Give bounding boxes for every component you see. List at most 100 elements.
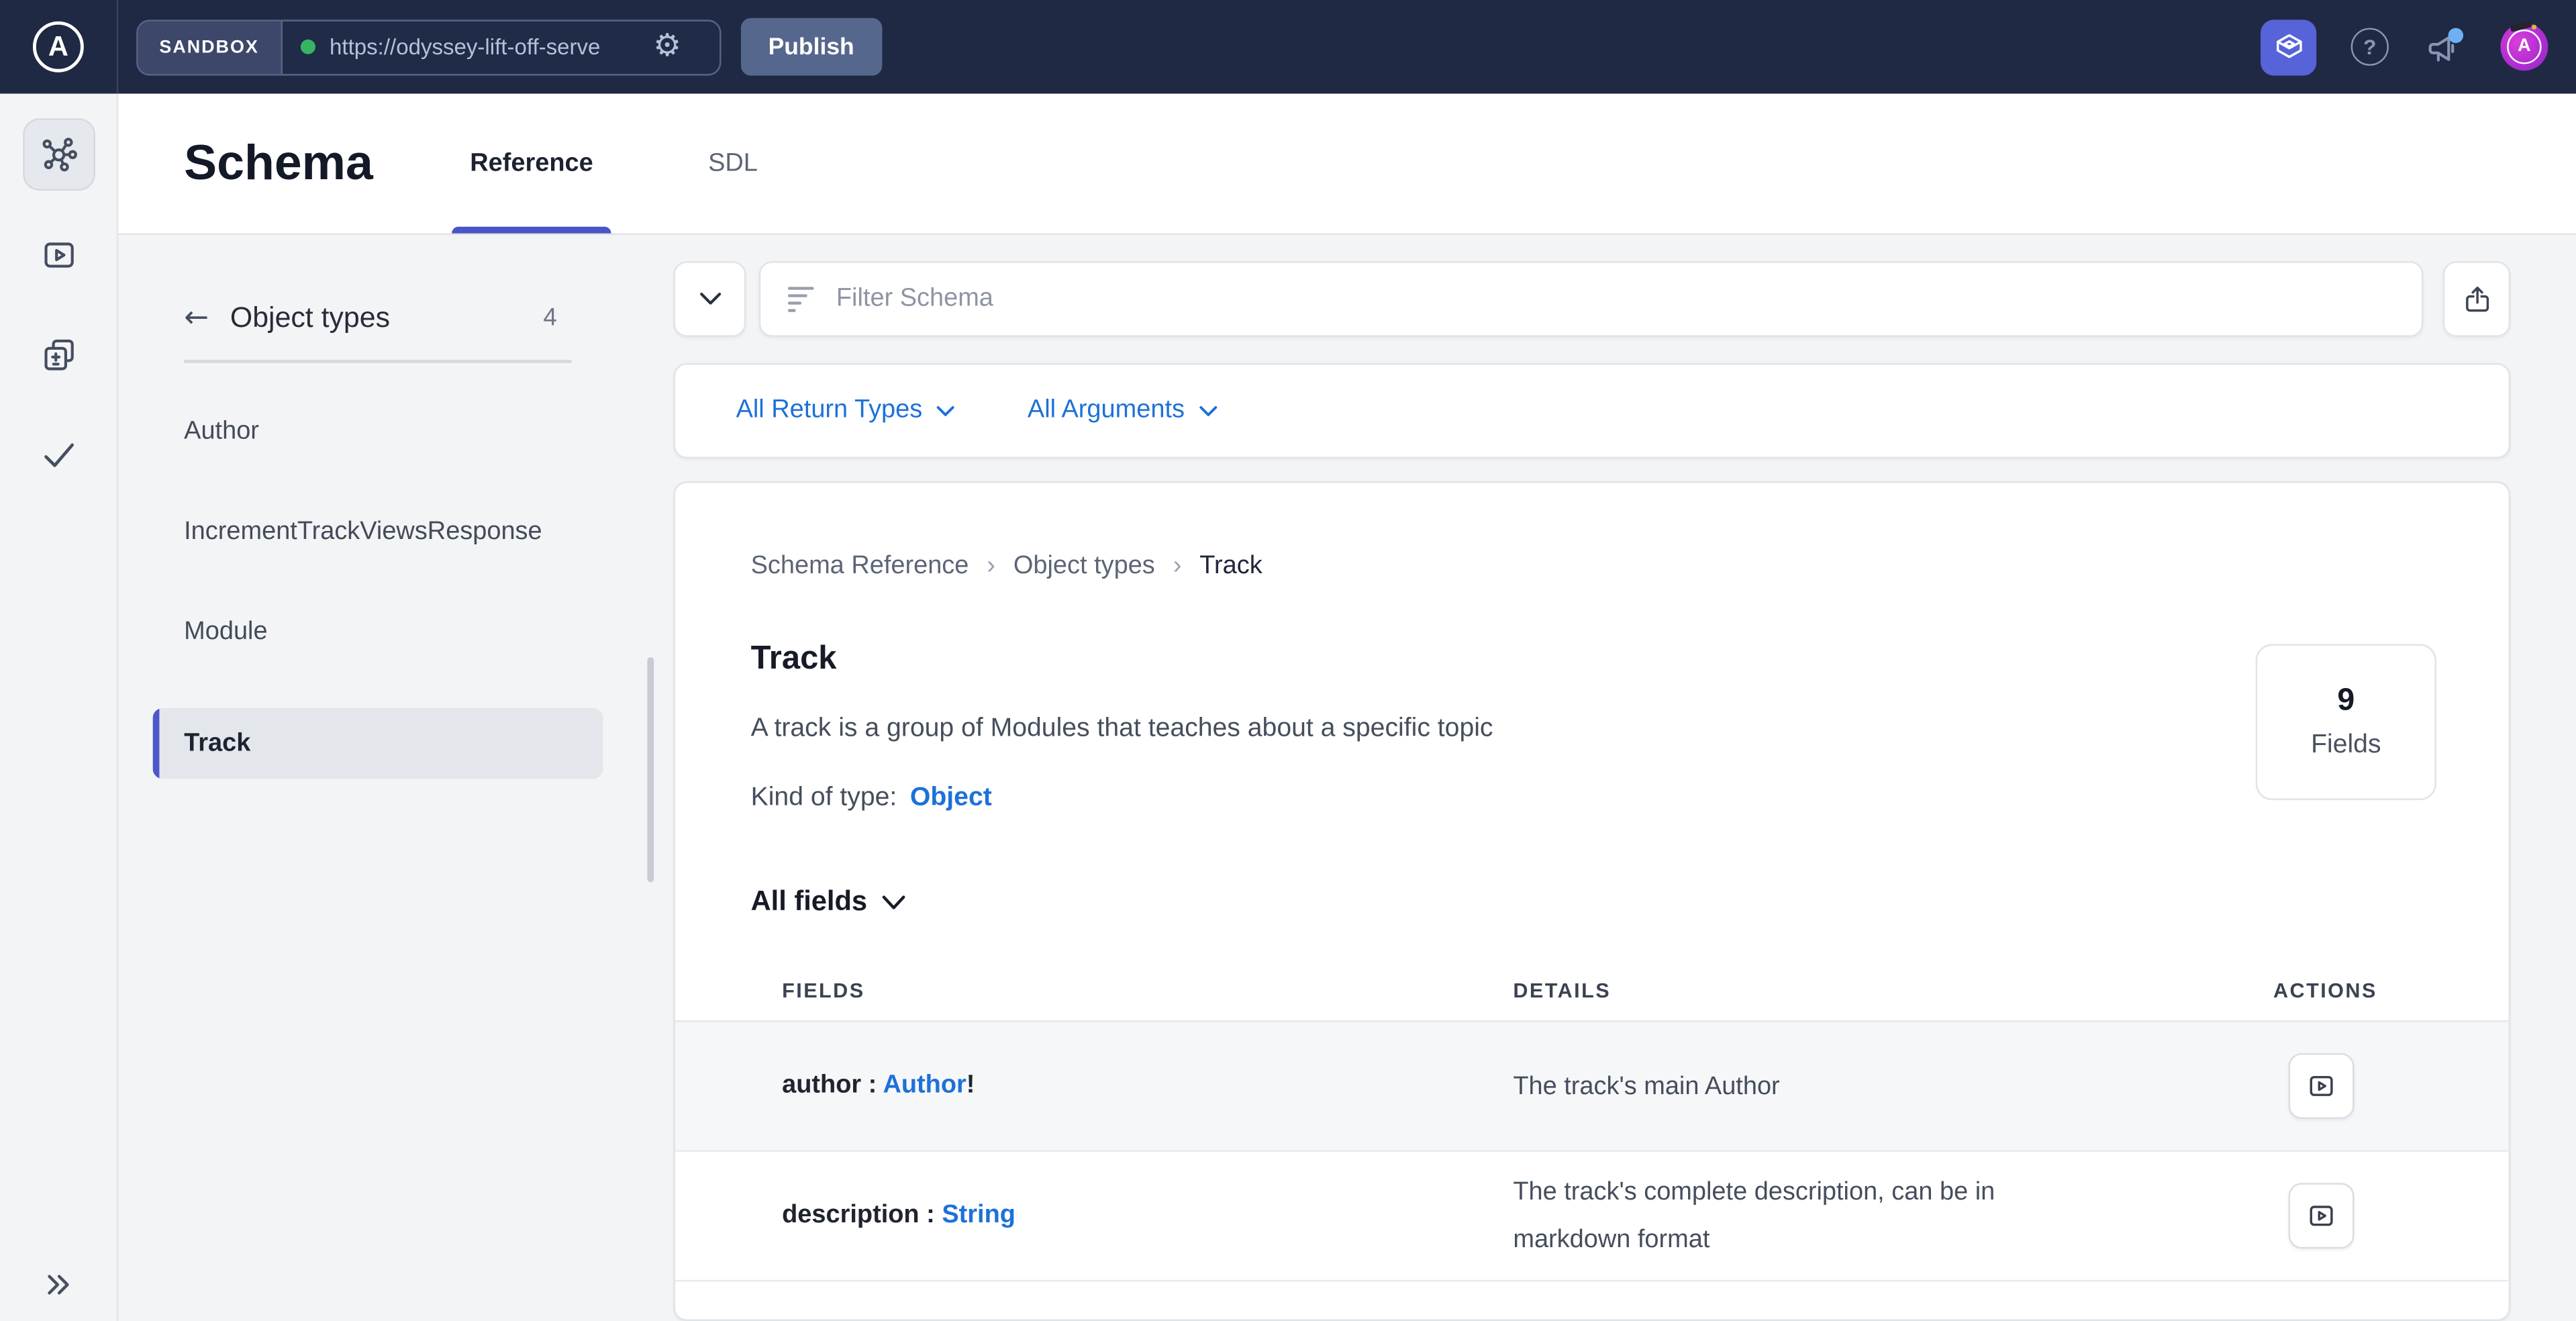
endpoint-url-group: https://odyssey-lift-off-serve ⚙ bbox=[282, 21, 719, 73]
object-types-panel: ← Object types 4 Author IncrementTrackVi… bbox=[184, 301, 572, 778]
field-details-cell: The track's complete description, can be… bbox=[1513, 1168, 2088, 1263]
share-icon bbox=[2460, 282, 2493, 316]
field-type-link[interactable]: Author bbox=[883, 1071, 966, 1099]
changelog-diff-icon bbox=[39, 335, 79, 375]
share-schema-button[interactable] bbox=[2443, 261, 2510, 337]
nav-changelog-button[interactable] bbox=[22, 319, 95, 391]
type-filters-card: All Return Types All Arguments bbox=[674, 363, 2511, 458]
apollo-home-button[interactable]: A bbox=[0, 0, 118, 94]
nav-schema-button[interactable] bbox=[22, 118, 95, 191]
filter-schema-field bbox=[759, 261, 2424, 337]
notification-dot bbox=[2448, 27, 2464, 42]
page-header: Schema Reference SDL bbox=[118, 94, 2576, 236]
back-arrow-icon[interactable]: ← bbox=[184, 303, 209, 333]
chevron-down-icon bbox=[882, 895, 905, 910]
object-types-count: 4 bbox=[543, 304, 571, 332]
sandbox-settings-button[interactable] bbox=[2261, 19, 2316, 75]
panel-scrollbar[interactable] bbox=[647, 657, 654, 882]
object-types-header: ← Object types 4 bbox=[184, 301, 572, 335]
main-column: All Return Types All Arguments Schema Re… bbox=[674, 261, 2511, 1321]
avatar[interactable]: A bbox=[2500, 23, 2548, 70]
run-in-explorer-button[interactable] bbox=[2289, 1053, 2355, 1119]
panel-divider bbox=[184, 360, 572, 362]
checks-icon bbox=[39, 436, 79, 475]
breadcrumb-separator: › bbox=[1173, 552, 1182, 581]
column-header-actions: ACTIONS bbox=[2239, 979, 2508, 1002]
top-bar: A SANDBOX https://odyssey-lift-off-serve… bbox=[0, 0, 2576, 94]
nav-explorer-button[interactable] bbox=[22, 219, 95, 291]
breadcrumb-current: Track bbox=[1199, 552, 1262, 581]
object-types-title: Object types bbox=[230, 301, 522, 335]
object-types-list: Author IncrementTrackViewsResponse Modul… bbox=[184, 407, 572, 778]
fields-table-header: FIELDS DETAILS ACTIONS bbox=[675, 961, 2509, 1022]
fields-count-box: 9 Fields bbox=[2256, 644, 2436, 801]
breadcrumb-separator: › bbox=[987, 552, 995, 581]
app-window: A SANDBOX https://odyssey-lift-off-serve… bbox=[0, 0, 2576, 1321]
endpoint-url-input[interactable]: https://odyssey-lift-off-serve bbox=[330, 34, 638, 59]
fields-count: 9 bbox=[2337, 683, 2355, 720]
expand-double-chevron-icon bbox=[41, 1265, 77, 1302]
return-types-label: All Return Types bbox=[736, 396, 923, 426]
run-in-explorer-button[interactable] bbox=[2289, 1183, 2355, 1249]
gear-icon[interactable]: ⚙ bbox=[653, 32, 681, 63]
publish-button[interactable]: Publish bbox=[740, 18, 882, 76]
collapse-filter-button[interactable] bbox=[674, 261, 746, 337]
object-type-item-incrementtrackviewsresponse[interactable]: IncrementTrackViewsResponse bbox=[184, 507, 572, 554]
kind-of-type-row: Kind of type: Object bbox=[751, 784, 2509, 814]
column-header-details: DETAILS bbox=[1513, 979, 2239, 1002]
play-action-icon bbox=[2305, 1200, 2338, 1232]
field-name-cell: author : Author! bbox=[675, 1071, 1513, 1101]
object-type-item-track[interactable]: Track bbox=[153, 707, 603, 778]
tab-sdl[interactable]: SDL bbox=[690, 94, 776, 234]
fields-count-label: Fields bbox=[2311, 731, 2381, 761]
type-title: Track bbox=[751, 641, 2509, 679]
chevron-down-icon bbox=[699, 293, 720, 306]
all-fields-toggle[interactable]: All fields bbox=[751, 885, 2509, 918]
content-area: ← Object types 4 Author IncrementTrackVi… bbox=[118, 235, 2576, 1321]
chevron-down-icon bbox=[937, 405, 955, 416]
breadcrumb-schema-reference[interactable]: Schema Reference bbox=[751, 552, 969, 581]
table-row: description : String The track's complet… bbox=[675, 1152, 2509, 1281]
nav-checks-button[interactable] bbox=[22, 419, 95, 491]
graph-url-pill: SANDBOX https://odyssey-lift-off-serve ⚙ bbox=[136, 19, 720, 75]
expand-rail-button[interactable] bbox=[0, 1265, 118, 1302]
field-type-link[interactable]: String bbox=[942, 1201, 1015, 1229]
filter-lines-icon bbox=[787, 284, 815, 313]
object-type-item-author[interactable]: Author bbox=[184, 407, 572, 454]
chevron-down-icon bbox=[1199, 405, 1218, 416]
connection-status-dot bbox=[300, 40, 315, 54]
page-title: Schema bbox=[118, 136, 373, 191]
schema-graph-icon bbox=[39, 135, 79, 175]
object-type-item-module[interactable]: Module bbox=[184, 607, 572, 654]
tab-reference[interactable]: Reference bbox=[452, 94, 611, 234]
avatar-apollo-logo: A bbox=[2507, 30, 2541, 64]
table-row: author : Author! The track's main Author bbox=[675, 1022, 2509, 1151]
sandbox-cube-icon bbox=[2271, 30, 2306, 64]
breadcrumb: Schema Reference › Object types › Track bbox=[675, 483, 2509, 582]
column-header-fields: FIELDS bbox=[675, 979, 1513, 1002]
return-types-dropdown[interactable]: All Return Types bbox=[736, 396, 956, 426]
fields-table: FIELDS DETAILS ACTIONS author : Author! … bbox=[675, 961, 2509, 1281]
kind-object-link[interactable]: Object bbox=[910, 784, 992, 812]
arguments-dropdown[interactable]: All Arguments bbox=[1028, 396, 1218, 426]
field-actions-cell bbox=[2239, 1183, 2508, 1249]
apollo-logo: A bbox=[33, 21, 84, 72]
breadcrumb-object-types[interactable]: Object types bbox=[1013, 552, 1155, 581]
sandbox-badge: SANDBOX bbox=[138, 21, 282, 73]
explorer-play-icon bbox=[39, 235, 79, 275]
kind-label: Kind of type: bbox=[751, 784, 897, 812]
filter-row bbox=[674, 261, 2511, 337]
play-action-icon bbox=[2305, 1069, 2338, 1102]
arguments-label: All Arguments bbox=[1028, 396, 1185, 426]
type-description: A track is a group of Modules that teach… bbox=[751, 715, 2509, 744]
field-details-cell: The track's main Author bbox=[1513, 1062, 2088, 1110]
filter-schema-input[interactable] bbox=[836, 284, 2395, 313]
field-name-cell: description : String bbox=[675, 1201, 1513, 1230]
field-actions-cell bbox=[2239, 1053, 2508, 1119]
type-reference-card: Schema Reference › Object types › Track … bbox=[674, 481, 2511, 1321]
megaphone-icon bbox=[2423, 26, 2466, 68]
all-fields-label: All fields bbox=[751, 885, 867, 918]
topbar-right-cluster: ? A bbox=[2261, 19, 2576, 75]
help-icon[interactable]: ? bbox=[2351, 28, 2389, 66]
announcements-button[interactable] bbox=[2423, 26, 2466, 68]
